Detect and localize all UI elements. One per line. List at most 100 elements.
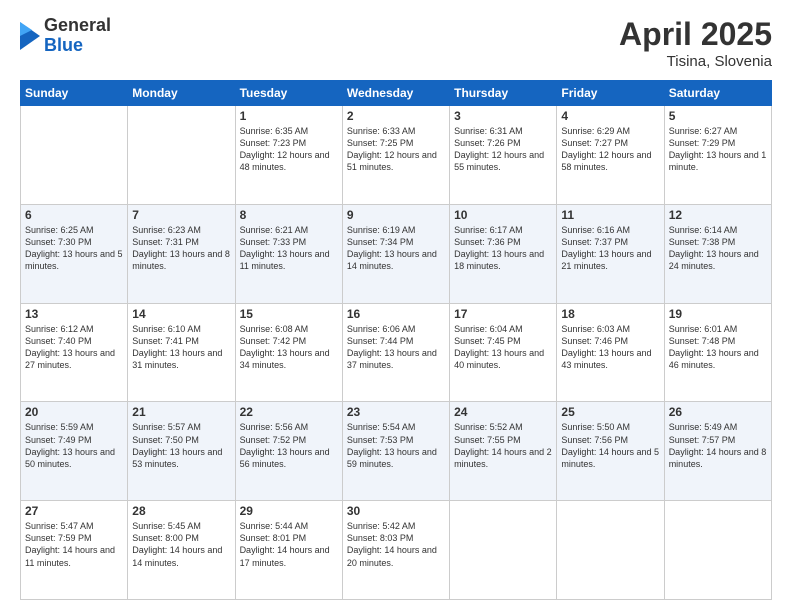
table-row: 11Sunrise: 6:16 AM Sunset: 7:37 PM Dayli… <box>557 204 664 303</box>
day-info: Sunrise: 5:50 AM Sunset: 7:56 PM Dayligh… <box>561 421 659 470</box>
day-info: Sunrise: 6:04 AM Sunset: 7:45 PM Dayligh… <box>454 323 552 372</box>
table-row <box>128 106 235 205</box>
table-row: 16 Sunrise: 6:06 AM Sunset: 7:44 PM Dayli… <box>342 303 449 402</box>
day-info: Sunrise: 5:56 AM Sunset: 7:52 PM Dayligh… <box>240 421 338 470</box>
table-row: 28 Sunrise: 5:45 AM Sunset: 8:00 PM Dayli… <box>128 501 235 600</box>
table-row: 18Sunrise: 6:03 AM Sunset: 7:46 PM Dayli… <box>557 303 664 402</box>
table-row: 4 Sunrise: 6:29 AM Sunset: 7:27 PM Daylig… <box>557 106 664 205</box>
day-number: 1 <box>240 109 338 123</box>
day-info: Sunrise: 5:49 AM Sunset: 7:57 PM Dayligh… <box>669 421 767 470</box>
day-number: 23 <box>347 405 445 419</box>
table-row <box>21 106 128 205</box>
calendar-week-row: 1 Sunrise: 6:35 AM Sunset: 7:23 PM Daylig… <box>21 106 772 205</box>
day-number: 8 <box>240 208 338 222</box>
table-row: 2Sunrise: 6:33 AM Sunset: 7:25 PM Daylig… <box>342 106 449 205</box>
day-info: Sunrise: 6:27 AM Sunset: 7:29 PM Dayligh… <box>669 125 767 174</box>
table-row: 5 Sunrise: 6:27 AM Sunset: 7:29 PM Daylig… <box>664 106 771 205</box>
day-info: Sunrise: 6:08 AM Sunset: 7:42 PM Dayligh… <box>240 323 338 372</box>
logo: General Blue <box>20 16 111 56</box>
day-number: 9 <box>347 208 445 222</box>
table-row: 26 Sunrise: 5:49 AM Sunset: 7:57 PM Dayli… <box>664 402 771 501</box>
table-row: 23 Sunrise: 5:54 AM Sunset: 7:53 PM Dayli… <box>342 402 449 501</box>
day-info: Sunrise: 6:17 AM Sunset: 7:36 PM Dayligh… <box>454 224 552 273</box>
day-number: 16 <box>347 307 445 321</box>
table-row: 8Sunrise: 6:21 AM Sunset: 7:33 PM Daylig… <box>235 204 342 303</box>
day-info: Sunrise: 5:54 AM Sunset: 7:53 PM Dayligh… <box>347 421 445 470</box>
day-number: 4 <box>561 109 659 123</box>
table-row: 30 Sunrise: 5:42 AM Sunset: 8:03 PM Dayli… <box>342 501 449 600</box>
logo-general: General <box>44 16 111 36</box>
table-row: 15 Sunrise: 6:08 AM Sunset: 7:42 PM Dayli… <box>235 303 342 402</box>
table-row: 17 Sunrise: 6:04 AM Sunset: 7:45 PM Dayli… <box>450 303 557 402</box>
day-number: 7 <box>132 208 230 222</box>
day-info: Sunrise: 5:44 AM Sunset: 8:01 PM Dayligh… <box>240 520 338 569</box>
day-number: 21 <box>132 405 230 419</box>
col-sunday: Sunday <box>21 81 128 106</box>
day-info: Sunrise: 6:14 AM Sunset: 7:38 PM Dayligh… <box>669 224 767 273</box>
day-number: 28 <box>132 504 230 518</box>
day-info: Sunrise: 5:57 AM Sunset: 7:50 PM Dayligh… <box>132 421 230 470</box>
page: General Blue April 2025 Tisina, Slovenia… <box>0 0 792 612</box>
col-monday: Monday <box>128 81 235 106</box>
table-row: 20Sunrise: 5:59 AM Sunset: 7:49 PM Dayli… <box>21 402 128 501</box>
col-friday: Friday <box>557 81 664 106</box>
day-info: Sunrise: 6:19 AM Sunset: 7:34 PM Dayligh… <box>347 224 445 273</box>
col-thursday: Thursday <box>450 81 557 106</box>
day-info: Sunrise: 5:45 AM Sunset: 8:00 PM Dayligh… <box>132 520 230 569</box>
calendar-table: Sunday Monday Tuesday Wednesday Thursday… <box>20 80 772 600</box>
day-number: 29 <box>240 504 338 518</box>
day-info: Sunrise: 6:12 AM Sunset: 7:40 PM Dayligh… <box>25 323 123 372</box>
calendar-week-row: 20Sunrise: 5:59 AM Sunset: 7:49 PM Dayli… <box>21 402 772 501</box>
day-number: 26 <box>669 405 767 419</box>
day-info: Sunrise: 6:31 AM Sunset: 7:26 PM Dayligh… <box>454 125 552 174</box>
col-saturday: Saturday <box>664 81 771 106</box>
calendar-week-row: 6 Sunrise: 6:25 AM Sunset: 7:30 PM Daylig… <box>21 204 772 303</box>
location-title: Tisina, Slovenia <box>619 53 772 70</box>
day-number: 5 <box>669 109 767 123</box>
col-wednesday: Wednesday <box>342 81 449 106</box>
calendar-week-row: 27 Sunrise: 5:47 AM Sunset: 7:59 PM Dayli… <box>21 501 772 600</box>
table-row: 29 Sunrise: 5:44 AM Sunset: 8:01 PM Dayli… <box>235 501 342 600</box>
day-info: Sunrise: 5:42 AM Sunset: 8:03 PM Dayligh… <box>347 520 445 569</box>
table-row: 22Sunrise: 5:56 AM Sunset: 7:52 PM Dayli… <box>235 402 342 501</box>
table-row: 6 Sunrise: 6:25 AM Sunset: 7:30 PM Daylig… <box>21 204 128 303</box>
title-block: April 2025 Tisina, Slovenia <box>619 16 772 70</box>
day-number: 17 <box>454 307 552 321</box>
day-info: Sunrise: 6:06 AM Sunset: 7:44 PM Dayligh… <box>347 323 445 372</box>
col-tuesday: Tuesday <box>235 81 342 106</box>
day-number: 30 <box>347 504 445 518</box>
table-row: 9 Sunrise: 6:19 AM Sunset: 7:34 PM Daylig… <box>342 204 449 303</box>
day-number: 24 <box>454 405 552 419</box>
table-row <box>664 501 771 600</box>
table-row: 7 Sunrise: 6:23 AM Sunset: 7:31 PM Daylig… <box>128 204 235 303</box>
day-info: Sunrise: 6:25 AM Sunset: 7:30 PM Dayligh… <box>25 224 123 273</box>
table-row <box>557 501 664 600</box>
day-info: Sunrise: 6:29 AM Sunset: 7:27 PM Dayligh… <box>561 125 659 174</box>
day-number: 20 <box>25 405 123 419</box>
table-row: 1 Sunrise: 6:35 AM Sunset: 7:23 PM Daylig… <box>235 106 342 205</box>
table-row: 21 Sunrise: 5:57 AM Sunset: 7:50 PM Dayli… <box>128 402 235 501</box>
day-number: 10 <box>454 208 552 222</box>
day-number: 2 <box>347 109 445 123</box>
day-number: 27 <box>25 504 123 518</box>
day-info: Sunrise: 6:16 AM Sunset: 7:37 PM Dayligh… <box>561 224 659 273</box>
table-row: 19Sunrise: 6:01 AM Sunset: 7:48 PM Dayli… <box>664 303 771 402</box>
table-row <box>450 501 557 600</box>
header: General Blue April 2025 Tisina, Slovenia <box>20 16 772 70</box>
table-row: 14 Sunrise: 6:10 AM Sunset: 7:41 PM Dayli… <box>128 303 235 402</box>
day-info: Sunrise: 5:47 AM Sunset: 7:59 PM Dayligh… <box>25 520 123 569</box>
logo-blue: Blue <box>44 36 111 56</box>
logo-icon <box>20 22 40 50</box>
day-number: 12 <box>669 208 767 222</box>
day-number: 3 <box>454 109 552 123</box>
day-info: Sunrise: 5:52 AM Sunset: 7:55 PM Dayligh… <box>454 421 552 470</box>
month-title: April 2025 <box>619 16 772 53</box>
day-number: 19 <box>669 307 767 321</box>
day-info: Sunrise: 6:10 AM Sunset: 7:41 PM Dayligh… <box>132 323 230 372</box>
day-number: 15 <box>240 307 338 321</box>
day-info: Sunrise: 6:35 AM Sunset: 7:23 PM Dayligh… <box>240 125 338 174</box>
day-number: 6 <box>25 208 123 222</box>
day-number: 14 <box>132 307 230 321</box>
day-number: 18 <box>561 307 659 321</box>
day-info: Sunrise: 6:23 AM Sunset: 7:31 PM Dayligh… <box>132 224 230 273</box>
